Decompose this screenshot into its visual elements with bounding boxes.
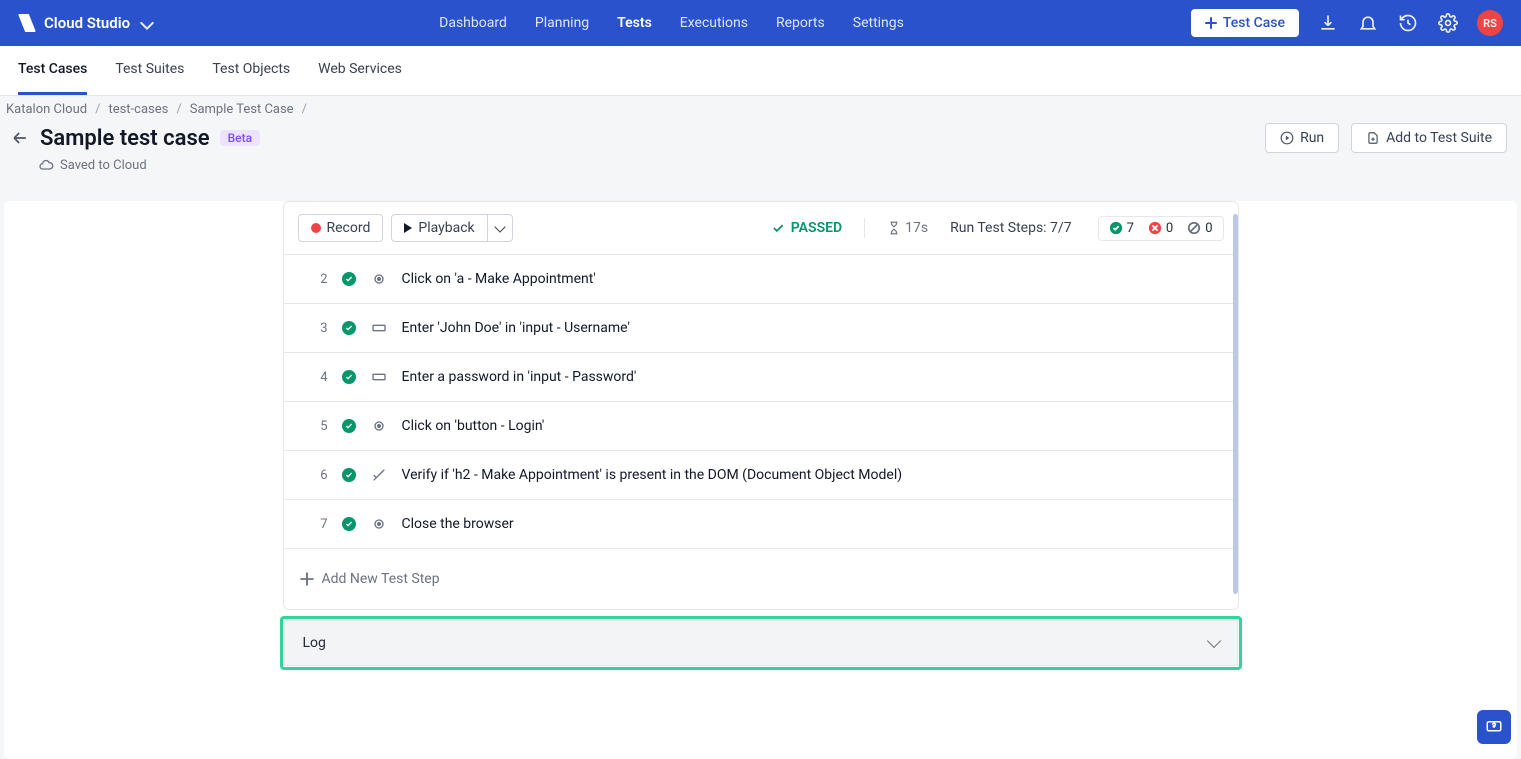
product-switcher[interactable]: Cloud Studio [18, 14, 152, 32]
input-icon [370, 320, 388, 336]
playback-button[interactable]: Playback [391, 214, 487, 242]
step-description: Click on 'a - Make Appointment' [402, 271, 596, 287]
step-number: 4 [314, 370, 328, 385]
help-fab[interactable] [1477, 710, 1511, 744]
click-icon [370, 271, 388, 287]
chevron-down-icon [1206, 634, 1220, 648]
test-step-row[interactable]: 3 Enter 'John Doe' in 'input - Username' [284, 304, 1238, 353]
tab-test-objects[interactable]: Test Objects [212, 46, 290, 95]
log-label: Log [303, 635, 326, 651]
click-icon [370, 418, 388, 434]
breadcrumb-segment[interactable]: Sample Test Case [190, 102, 294, 117]
file-add-icon [1366, 131, 1380, 145]
back-button[interactable] [10, 128, 30, 148]
download-icon[interactable] [1317, 12, 1339, 34]
test-step-row[interactable]: 6 Verify if 'h2 - Make Appointment' is pr… [284, 451, 1238, 500]
fail-dot-icon [1148, 221, 1162, 235]
step-description: Enter a password in 'input - Password' [402, 369, 637, 385]
check-icon [771, 221, 785, 235]
input-icon [370, 369, 388, 385]
add-test-step-button[interactable]: Add New Test Step [284, 549, 1238, 609]
step-number: 7 [314, 517, 328, 532]
step-status-icon [342, 370, 356, 384]
breadcrumb-separator: / [176, 102, 181, 117]
breadcrumb-segment[interactable]: test-cases [108, 102, 168, 117]
nav-planning[interactable]: Planning [535, 15, 589, 31]
step-description: Enter 'John Doe' in 'input - Username' [402, 320, 630, 336]
secondary-nav: Test Cases Test Suites Test Objects Web Ser… [0, 46, 1521, 96]
log-panel-highlight: Log [280, 616, 1242, 670]
cloud-icon [38, 157, 54, 173]
chevron-down-icon [140, 16, 154, 30]
history-icon[interactable] [1397, 12, 1419, 34]
nav-executions[interactable]: Executions [680, 15, 748, 31]
fail-count: 0 [1148, 221, 1173, 236]
product-name: Cloud Studio [44, 14, 130, 32]
chat-help-icon [1485, 718, 1503, 736]
step-number: 2 [314, 272, 328, 287]
step-description: Verify if 'h2 - Make Appointment' is pre… [402, 467, 903, 483]
breadcrumb-segment[interactable]: Katalon Cloud [6, 102, 87, 117]
pass-dot-icon [1109, 221, 1123, 235]
test-step-list: 2 Click on 'a - Make Appointment' 3 Enter '… [284, 255, 1238, 549]
record-button[interactable]: Record [298, 214, 384, 242]
playback-dropdown[interactable] [488, 214, 513, 242]
result-counts: 7 0 0 [1098, 216, 1224, 241]
click-icon [370, 516, 388, 532]
tab-test-suites[interactable]: Test Suites [115, 46, 184, 95]
new-test-case-label: Test Case [1223, 15, 1285, 31]
chevron-down-icon [494, 221, 505, 232]
pass-count: 7 [1109, 221, 1134, 236]
page-title: Sample test case [40, 126, 210, 151]
add-to-suite-button[interactable]: Add to Test Suite [1351, 123, 1507, 153]
step-description: Close the browser [402, 516, 514, 532]
breadcrumb-separator: / [302, 102, 307, 117]
breadcrumb: Katalon Cloud / test-cases / Sample Test Cas… [0, 96, 1521, 117]
run-button[interactable]: Run [1265, 123, 1339, 153]
step-number: 3 [314, 321, 328, 336]
verify-icon [370, 467, 388, 483]
step-status-icon [342, 272, 356, 286]
step-number: 5 [314, 419, 328, 434]
plus-icon [300, 572, 314, 586]
test-step-row[interactable]: 2 Click on 'a - Make Appointment' [284, 255, 1238, 304]
breadcrumb-separator: / [95, 102, 100, 117]
step-status-icon [342, 468, 356, 482]
primary-nav: Dashboard Planning Tests Executions Reports S… [439, 15, 904, 31]
step-number: 6 [314, 468, 328, 483]
nav-tests[interactable]: Tests [617, 15, 652, 31]
step-status-icon [342, 419, 356, 433]
beta-badge: Beta [220, 130, 260, 146]
step-status-icon [342, 517, 356, 531]
tab-test-cases[interactable]: Test Cases [18, 46, 87, 95]
play-circle-icon [1280, 131, 1294, 145]
save-status: Saved to Cloud [0, 157, 1521, 187]
skip-dot-icon [1187, 221, 1201, 235]
log-panel-toggle[interactable]: Log [284, 620, 1238, 666]
settings-icon[interactable] [1437, 12, 1459, 34]
scrollbar-thumb[interactable] [1233, 214, 1238, 594]
run-steps-count: Run Test Steps: 7/7 [950, 220, 1071, 236]
new-test-case-button[interactable]: Test Case [1191, 9, 1299, 37]
tab-web-services[interactable]: Web Services [318, 46, 402, 95]
nav-settings[interactable]: Settings [853, 15, 904, 31]
notifications-icon[interactable] [1357, 12, 1379, 34]
nav-reports[interactable]: Reports [776, 15, 825, 31]
plus-icon [1205, 17, 1217, 29]
run-duration: 17s [887, 220, 928, 236]
step-status-icon [342, 321, 356, 335]
test-step-row[interactable]: 5 Click on 'button - Login' [284, 402, 1238, 451]
hourglass-icon [887, 221, 901, 235]
step-description: Click on 'button - Login' [402, 418, 545, 434]
run-status: PASSED [771, 220, 842, 236]
scrollbar[interactable] [1233, 202, 1238, 499]
test-step-row[interactable]: 7 Close the browser [284, 500, 1238, 549]
user-avatar[interactable]: RS [1477, 10, 1503, 36]
test-step-row[interactable]: 4 Enter a password in 'input - Password' [284, 353, 1238, 402]
skip-count: 0 [1187, 221, 1212, 236]
play-icon [404, 223, 412, 233]
nav-dashboard[interactable]: Dashboard [439, 15, 507, 31]
record-icon [311, 223, 321, 233]
product-logo-icon [18, 14, 36, 32]
